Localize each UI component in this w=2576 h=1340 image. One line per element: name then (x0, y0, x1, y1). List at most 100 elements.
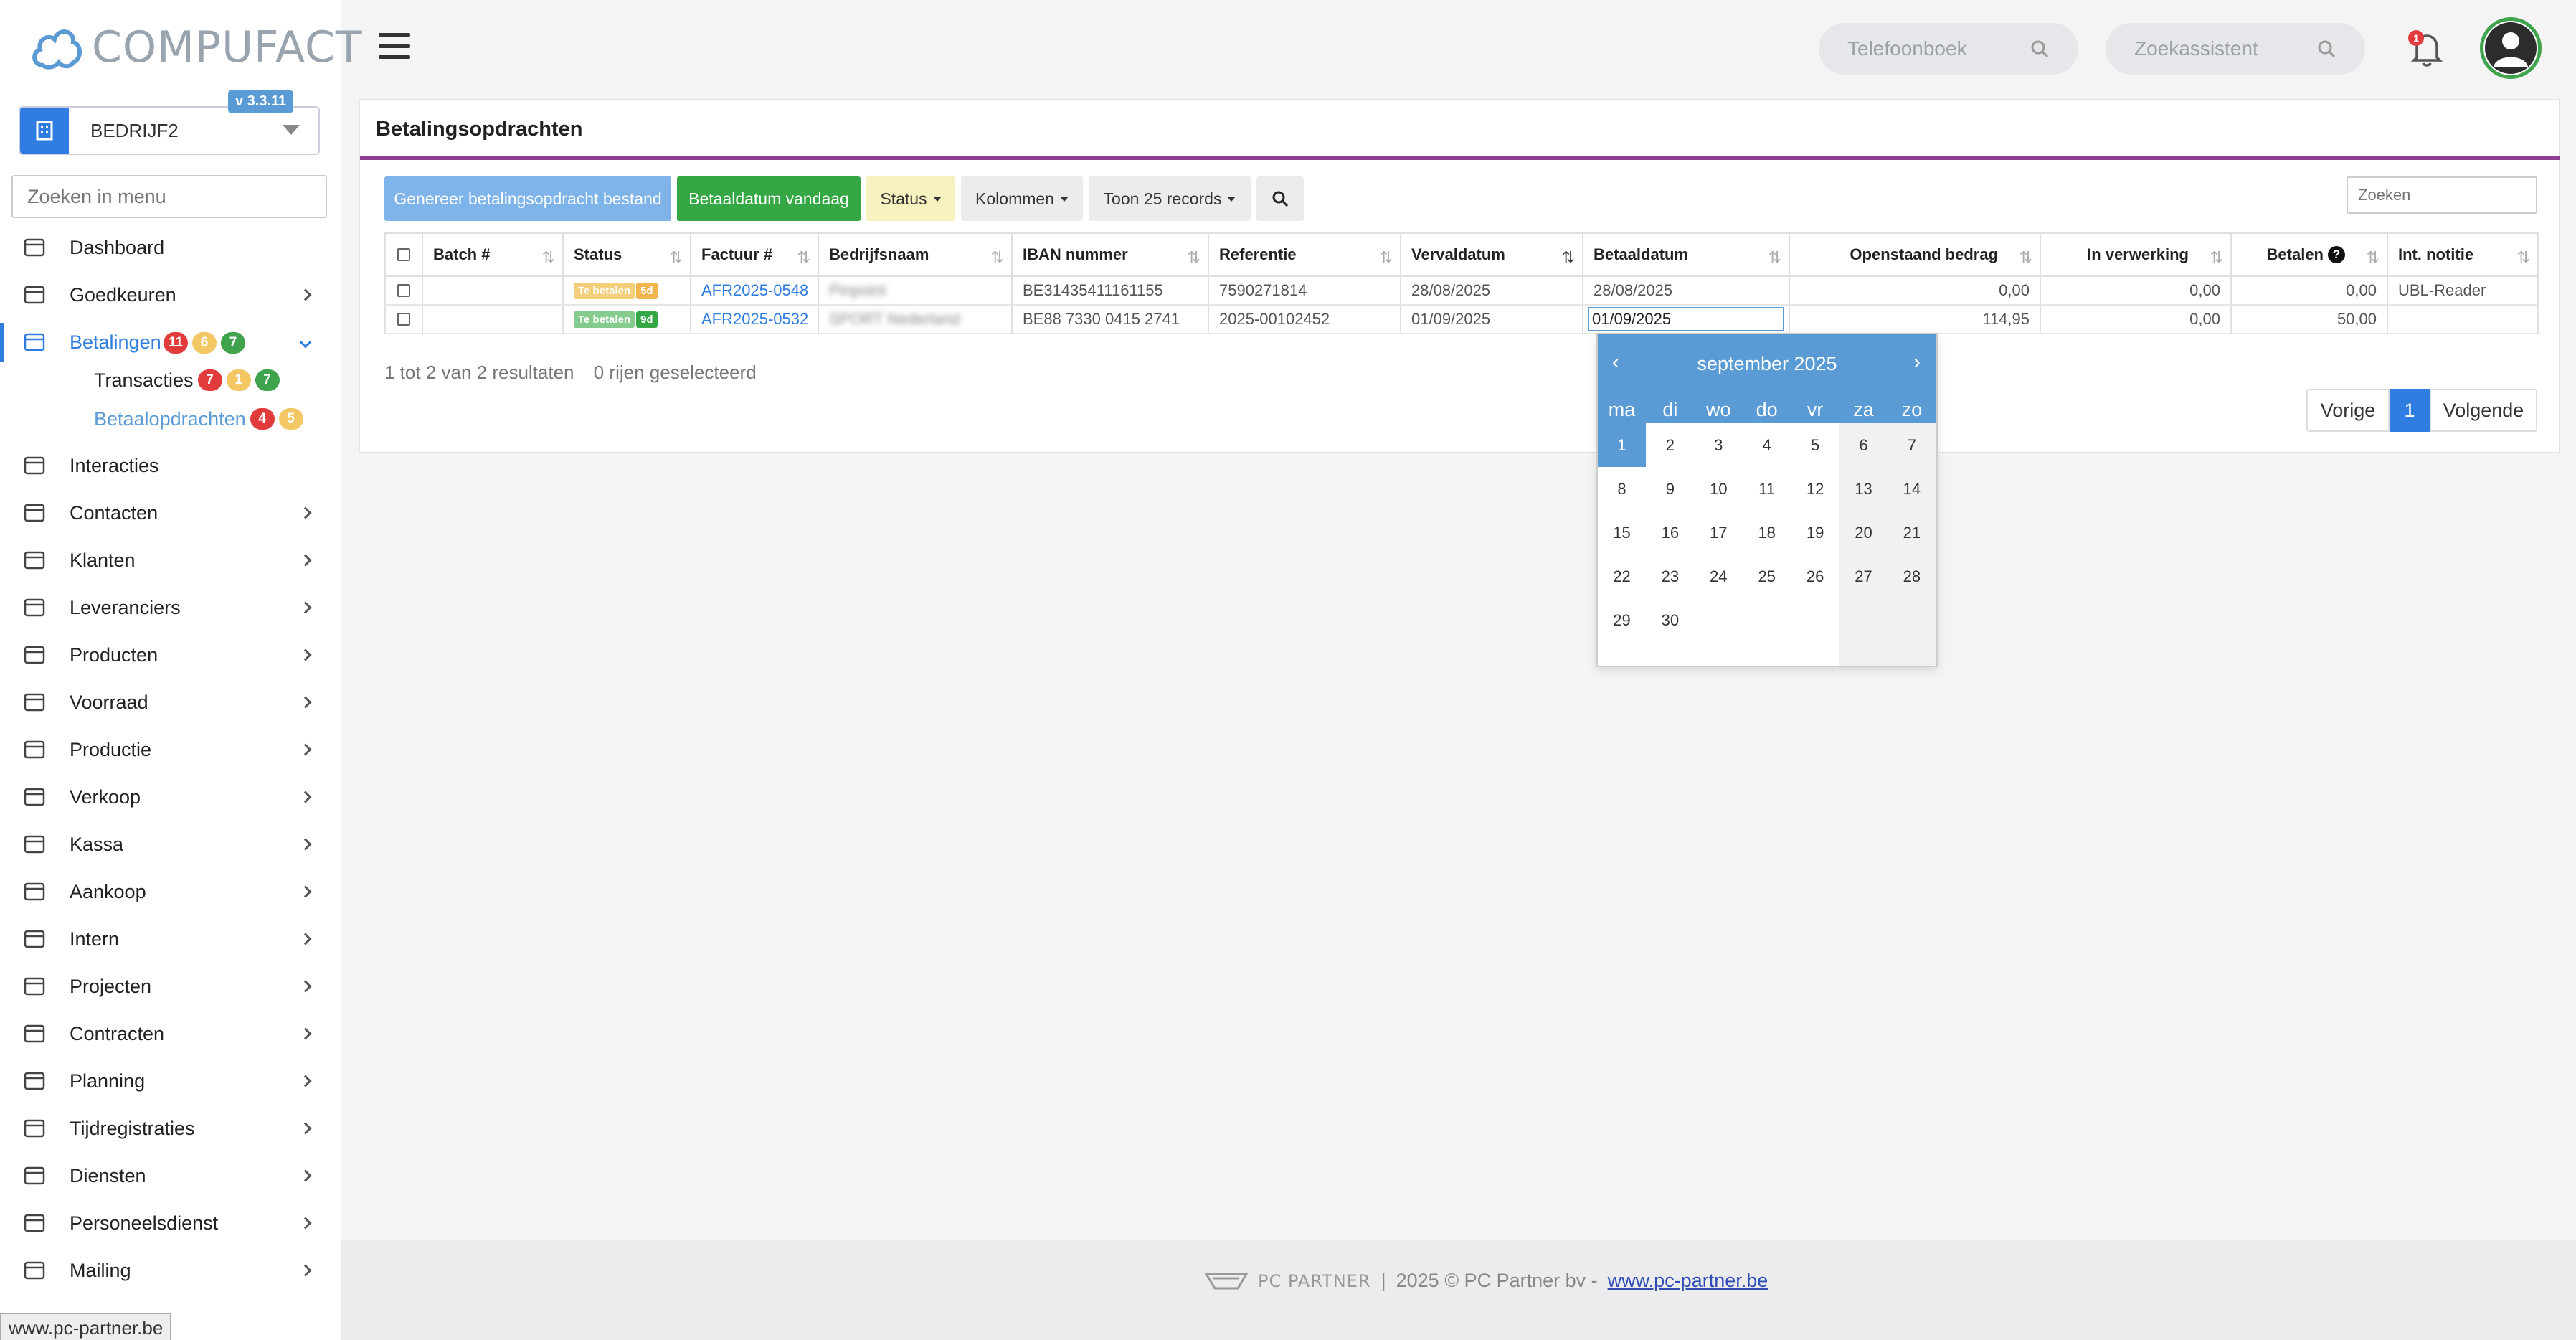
next-month-icon[interactable]: › (1913, 350, 1921, 374)
sidebar-item-contacten[interactable]: Contacten (0, 492, 341, 534)
sort-icon[interactable]: ⇅ (542, 248, 555, 267)
sidebar-item-goedkeuren[interactable]: Goedkeuren (0, 274, 341, 316)
select-all-checkbox[interactable] (384, 232, 423, 277)
column-header[interactable]: IBAN nummer ⇅ (1013, 232, 1209, 277)
calendar-day[interactable]: 5 (1791, 423, 1839, 467)
sort-icon[interactable]: ⇅ (670, 248, 683, 267)
column-header[interactable]: Betalen? ⇅ (2232, 232, 2388, 277)
calendar-day[interactable]: 15 (1598, 511, 1646, 555)
calendar-day[interactable]: 9 (1646, 467, 1694, 511)
sidebar-item-mailing[interactable]: Mailing (0, 1250, 341, 1291)
assistant-search[interactable]: Zoekassistent (2106, 23, 2365, 75)
column-header[interactable]: Status ⇅ (564, 232, 691, 277)
calendar-day[interactable]: 7 (1888, 423, 1936, 467)
calendar-day[interactable]: 20 (1839, 511, 1888, 555)
sidebar-item-diensten[interactable]: Diensten (0, 1155, 341, 1197)
table-search-button[interactable] (1256, 176, 1304, 221)
calendar-day[interactable]: 24 (1695, 555, 1743, 598)
table-cell-pay[interactable]: 0,00 (2232, 277, 2388, 306)
calendar-day[interactable]: 3 (1695, 423, 1743, 467)
prev-page-button[interactable]: Vorige (2306, 389, 2390, 432)
calendar-day[interactable]: 12 (1791, 467, 1839, 511)
company-selector[interactable]: BEDRIJF2 (19, 106, 320, 155)
pay-date-today-button[interactable]: Betaaldatum vandaag (677, 176, 861, 221)
sidebar-subitem-betaalopdrachten[interactable]: Betaalopdrachten 4 5 (94, 403, 303, 435)
column-header[interactable]: Vervaldatum ⇅ (1401, 232, 1583, 277)
column-header[interactable]: Factuur # ⇅ (691, 232, 819, 277)
column-header[interactable]: Openstaand bedrag ⇅ (1790, 232, 2041, 277)
menu-toggle-icon[interactable] (379, 33, 410, 59)
sidebar-item-projecten[interactable]: Projecten (0, 966, 341, 1007)
sidebar-item-producten[interactable]: Producten (0, 634, 341, 676)
sort-icon[interactable]: ⇅ (1188, 248, 1201, 267)
calendar-day[interactable]: 11 (1743, 467, 1791, 511)
sidebar-item-personeelsdienst[interactable]: Personeelsdienst (0, 1202, 341, 1244)
menu-search-input[interactable] (11, 175, 327, 218)
table-cell-pay-date[interactable]: 01/09/2025 (1583, 306, 1790, 334)
sidebar-item-verkoop[interactable]: Verkoop (0, 776, 341, 818)
sidebar-item-klanten[interactable]: Klanten (0, 539, 341, 581)
column-header[interactable]: Betaaldatum ⇅ (1583, 232, 1790, 277)
column-header[interactable]: In verwerking ⇅ (2041, 232, 2232, 277)
sort-icon[interactable]: ⇅ (2517, 248, 2530, 267)
sidebar-subitem-transacties[interactable]: Transacties 7 1 7 (94, 364, 280, 396)
calendar-day[interactable]: 21 (1888, 511, 1936, 555)
user-avatar[interactable] (2480, 17, 2542, 79)
calendar-day[interactable]: 8 (1598, 467, 1646, 511)
calendar-day[interactable]: 23 (1646, 555, 1694, 598)
calendar-day[interactable]: 26 (1791, 555, 1839, 598)
sidebar-item-planning[interactable]: Planning (0, 1060, 341, 1102)
sort-icon[interactable]: ⇅ (2019, 248, 2032, 267)
calendar-day[interactable]: 27 (1839, 555, 1888, 598)
sidebar-item-productie[interactable]: Productie (0, 729, 341, 770)
sort-icon[interactable]: ⇅ (1768, 248, 1781, 267)
sidebar-item-aankoop[interactable]: Aankoop (0, 871, 341, 912)
row-checkbox[interactable] (384, 277, 423, 306)
calendar-day[interactable]: 19 (1791, 511, 1839, 555)
current-page-button[interactable]: 1 (2390, 389, 2430, 432)
sort-icon[interactable]: ⇅ (2367, 248, 2380, 267)
calendar-day[interactable]: 13 (1839, 467, 1888, 511)
sort-icon[interactable]: ⇅ (991, 248, 1004, 267)
show-records-button[interactable]: Toon 25 records (1089, 176, 1251, 221)
calendar-day[interactable]: 16 (1646, 511, 1694, 555)
help-icon[interactable]: ? (2328, 246, 2345, 263)
columns-button[interactable]: Kolommen (961, 176, 1083, 221)
column-header[interactable]: Int. notitie ⇅ (2388, 232, 2539, 277)
calendar-day[interactable]: 1 (1598, 423, 1646, 467)
calendar-day[interactable]: 22 (1598, 555, 1646, 598)
generate-file-button[interactable]: Genereer betalingsopdracht bestand (384, 176, 671, 221)
sidebar-item-betalingen[interactable]: Betalingen 11 6 7 (0, 321, 341, 363)
table-cell-invoice[interactable]: AFR2025-0548 (691, 277, 819, 306)
calendar-day[interactable]: 25 (1743, 555, 1791, 598)
footer-link[interactable]: www.pc-partner.be (1608, 1270, 1768, 1292)
status-filter-button[interactable]: Status (866, 176, 955, 221)
sidebar-item-interacties[interactable]: Interacties (0, 445, 341, 486)
sort-icon[interactable]: ⇅ (2210, 248, 2223, 267)
calendar-day[interactable]: 2 (1646, 423, 1694, 467)
calendar-day[interactable]: 14 (1888, 467, 1936, 511)
calendar-day[interactable]: 6 (1839, 423, 1888, 467)
sidebar-item-kassa[interactable]: Kassa (0, 824, 341, 865)
app-logo[interactable]: COMPUFACT (29, 19, 363, 76)
sidebar-item-tijdregistraties[interactable]: Tijdregistraties (0, 1108, 341, 1149)
sidebar-item-contracten[interactable]: Contracten (0, 1013, 341, 1054)
column-header[interactable]: Batch # ⇅ (423, 232, 564, 277)
sort-icon[interactable]: ⇅ (797, 248, 810, 267)
table-search-input[interactable] (2347, 176, 2537, 214)
sidebar-item-voorraad[interactable]: Voorraad (0, 681, 341, 723)
phonebook-search[interactable]: Telefoonboek (1819, 23, 2078, 75)
calendar-day[interactable]: 28 (1888, 555, 1936, 598)
calendar-day[interactable]: 17 (1695, 511, 1743, 555)
column-header[interactable]: Bedrijfsnaam ⇅ (819, 232, 1013, 277)
table-cell-pay[interactable]: 50,00 (2232, 306, 2388, 334)
sidebar-item-intern[interactable]: Intern (0, 918, 341, 960)
next-page-button[interactable]: Volgende (2430, 389, 2537, 432)
calendar-day[interactable]: 4 (1743, 423, 1791, 467)
table-cell-invoice[interactable]: AFR2025-0532 (691, 306, 819, 334)
calendar-day[interactable]: 10 (1695, 467, 1743, 511)
column-header[interactable]: Referentie ⇅ (1209, 232, 1401, 277)
table-cell-pay-date[interactable]: 28/08/2025 (1583, 277, 1790, 306)
sidebar-item-leveranciers[interactable]: Leveranciers (0, 587, 341, 628)
sort-icon[interactable]: ⇅ (1380, 248, 1393, 267)
